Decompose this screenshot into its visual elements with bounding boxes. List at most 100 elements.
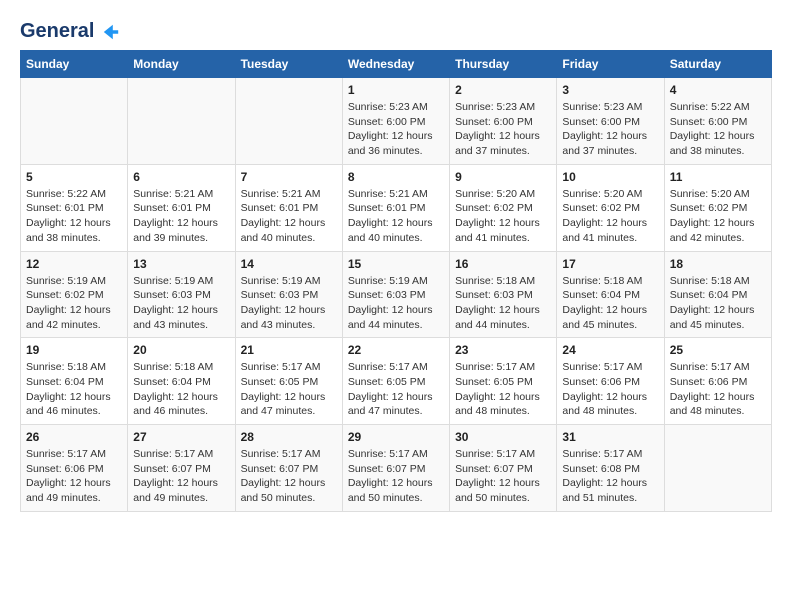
day-info: Sunrise: 5:17 AM Sunset: 6:05 PM Dayligh…: [241, 360, 337, 419]
day-number: 26: [26, 430, 122, 444]
day-info: Sunrise: 5:17 AM Sunset: 6:06 PM Dayligh…: [26, 447, 122, 506]
day-number: 8: [348, 170, 444, 184]
calendar-cell: 8 Sunrise: 5:21 AM Sunset: 6:01 PM Daylig…: [342, 164, 449, 251]
day-number: 18: [670, 257, 766, 271]
day-number: 5: [26, 170, 122, 184]
calendar-cell: 28 Sunrise: 5:17 AM Sunset: 6:07 PM Dayli…: [235, 425, 342, 512]
calendar-cell: 20 Sunrise: 5:18 AM Sunset: 6:04 PM Dayli…: [128, 338, 235, 425]
day-info: Sunrise: 5:17 AM Sunset: 6:05 PM Dayligh…: [455, 360, 551, 419]
day-number: 4: [670, 83, 766, 97]
day-info: Sunrise: 5:18 AM Sunset: 6:04 PM Dayligh…: [133, 360, 229, 419]
day-number: 16: [455, 257, 551, 271]
day-number: 27: [133, 430, 229, 444]
calendar-cell: 22 Sunrise: 5:17 AM Sunset: 6:05 PM Dayli…: [342, 338, 449, 425]
calendar-week-row: 1 Sunrise: 5:23 AM Sunset: 6:00 PM Daylig…: [21, 78, 772, 165]
logo-arrow-icon: [102, 23, 120, 41]
page-header: General: [20, 20, 772, 40]
calendar-header-row: SundayMondayTuesdayWednesdayThursdayFrid…: [21, 51, 772, 78]
calendar-cell: 12Sunrise: 5:19 AM Sunset: 6:02 PM Dayli…: [21, 251, 128, 338]
column-header-friday: Friday: [557, 51, 664, 78]
calendar-cell: 1 Sunrise: 5:23 AM Sunset: 6:00 PM Daylig…: [342, 78, 449, 165]
logo: General: [20, 20, 120, 40]
day-number: 31: [562, 430, 658, 444]
calendar-cell: [21, 78, 128, 165]
day-info: Sunrise: 5:23 AM Sunset: 6:00 PM Dayligh…: [562, 100, 658, 159]
day-info: Sunrise: 5:17 AM Sunset: 6:07 PM Dayligh…: [241, 447, 337, 506]
calendar-cell: 17Sunrise: 5:18 AM Sunset: 6:04 PM Dayli…: [557, 251, 664, 338]
day-number: 28: [241, 430, 337, 444]
day-info: Sunrise: 5:21 AM Sunset: 6:01 PM Dayligh…: [348, 187, 444, 246]
day-number: 7: [241, 170, 337, 184]
day-info: Sunrise: 5:20 AM Sunset: 6:02 PM Dayligh…: [670, 187, 766, 246]
day-info: Sunrise: 5:23 AM Sunset: 6:00 PM Dayligh…: [455, 100, 551, 159]
calendar-cell: 5Sunrise: 5:22 AM Sunset: 6:01 PM Daylig…: [21, 164, 128, 251]
calendar-cell: 14 Sunrise: 5:19 AM Sunset: 6:03 PM Dayli…: [235, 251, 342, 338]
day-info: Sunrise: 5:17 AM Sunset: 6:05 PM Dayligh…: [348, 360, 444, 419]
day-number: 1: [348, 83, 444, 97]
calendar-table: SundayMondayTuesdayWednesdayThursdayFrid…: [20, 50, 772, 512]
column-header-saturday: Saturday: [664, 51, 771, 78]
day-info: Sunrise: 5:18 AM Sunset: 6:04 PM Dayligh…: [670, 274, 766, 333]
calendar-cell: [235, 78, 342, 165]
day-info: Sunrise: 5:19 AM Sunset: 6:02 PM Dayligh…: [26, 274, 122, 333]
calendar-cell: 4Sunrise: 5:22 AM Sunset: 6:00 PM Daylig…: [664, 78, 771, 165]
day-number: 17: [562, 257, 658, 271]
day-number: 9: [455, 170, 551, 184]
day-number: 23: [455, 343, 551, 357]
calendar-cell: 7 Sunrise: 5:21 AM Sunset: 6:01 PM Daylig…: [235, 164, 342, 251]
calendar-week-row: 19 Sunrise: 5:18 AM Sunset: 6:04 PM Dayli…: [21, 338, 772, 425]
logo-text: General: [20, 20, 120, 43]
day-info: Sunrise: 5:19 AM Sunset: 6:03 PM Dayligh…: [133, 274, 229, 333]
day-info: Sunrise: 5:21 AM Sunset: 6:01 PM Dayligh…: [241, 187, 337, 246]
calendar-cell: 23 Sunrise: 5:17 AM Sunset: 6:05 PM Dayli…: [450, 338, 557, 425]
day-info: Sunrise: 5:20 AM Sunset: 6:02 PM Dayligh…: [455, 187, 551, 246]
day-info: Sunrise: 5:21 AM Sunset: 6:01 PM Dayligh…: [133, 187, 229, 246]
calendar-cell: 11Sunrise: 5:20 AM Sunset: 6:02 PM Dayli…: [664, 164, 771, 251]
day-number: 29: [348, 430, 444, 444]
calendar-cell: 30 Sunrise: 5:17 AM Sunset: 6:07 PM Dayli…: [450, 425, 557, 512]
day-number: 14: [241, 257, 337, 271]
day-info: Sunrise: 5:17 AM Sunset: 6:07 PM Dayligh…: [348, 447, 444, 506]
day-number: 2: [455, 83, 551, 97]
calendar-week-row: 5Sunrise: 5:22 AM Sunset: 6:01 PM Daylig…: [21, 164, 772, 251]
day-info: Sunrise: 5:18 AM Sunset: 6:04 PM Dayligh…: [26, 360, 122, 419]
column-header-tuesday: Tuesday: [235, 51, 342, 78]
calendar-cell: 2 Sunrise: 5:23 AM Sunset: 6:00 PM Daylig…: [450, 78, 557, 165]
day-info: Sunrise: 5:17 AM Sunset: 6:06 PM Dayligh…: [670, 360, 766, 419]
calendar-cell: [128, 78, 235, 165]
calendar-cell: 25 Sunrise: 5:17 AM Sunset: 6:06 PM Dayli…: [664, 338, 771, 425]
day-info: Sunrise: 5:23 AM Sunset: 6:00 PM Dayligh…: [348, 100, 444, 159]
calendar-cell: 27Sunrise: 5:17 AM Sunset: 6:07 PM Dayli…: [128, 425, 235, 512]
day-number: 24: [562, 343, 658, 357]
day-number: 22: [348, 343, 444, 357]
day-number: 20: [133, 343, 229, 357]
day-number: 13: [133, 257, 229, 271]
day-number: 19: [26, 343, 122, 357]
column-header-sunday: Sunday: [21, 51, 128, 78]
calendar-cell: 3 Sunrise: 5:23 AM Sunset: 6:00 PM Daylig…: [557, 78, 664, 165]
calendar-cell: 26 Sunrise: 5:17 AM Sunset: 6:06 PM Dayli…: [21, 425, 128, 512]
calendar-cell: 13 Sunrise: 5:19 AM Sunset: 6:03 PM Dayli…: [128, 251, 235, 338]
calendar-cell: 16 Sunrise: 5:18 AM Sunset: 6:03 PM Dayli…: [450, 251, 557, 338]
calendar-cell: 19 Sunrise: 5:18 AM Sunset: 6:04 PM Dayli…: [21, 338, 128, 425]
calendar-week-row: 26 Sunrise: 5:17 AM Sunset: 6:06 PM Dayli…: [21, 425, 772, 512]
day-info: Sunrise: 5:18 AM Sunset: 6:03 PM Dayligh…: [455, 274, 551, 333]
calendar-cell: 29 Sunrise: 5:17 AM Sunset: 6:07 PM Dayli…: [342, 425, 449, 512]
day-number: 21: [241, 343, 337, 357]
day-info: Sunrise: 5:19 AM Sunset: 6:03 PM Dayligh…: [241, 274, 337, 333]
day-info: Sunrise: 5:17 AM Sunset: 6:07 PM Dayligh…: [455, 447, 551, 506]
day-info: Sunrise: 5:17 AM Sunset: 6:08 PM Dayligh…: [562, 447, 658, 506]
calendar-cell: 9 Sunrise: 5:20 AM Sunset: 6:02 PM Daylig…: [450, 164, 557, 251]
day-number: 30: [455, 430, 551, 444]
calendar-cell: [664, 425, 771, 512]
column-header-monday: Monday: [128, 51, 235, 78]
calendar-week-row: 12Sunrise: 5:19 AM Sunset: 6:02 PM Dayli…: [21, 251, 772, 338]
column-header-thursday: Thursday: [450, 51, 557, 78]
day-info: Sunrise: 5:19 AM Sunset: 6:03 PM Dayligh…: [348, 274, 444, 333]
calendar-cell: 31 Sunrise: 5:17 AM Sunset: 6:08 PM Dayli…: [557, 425, 664, 512]
day-number: 25: [670, 343, 766, 357]
day-number: 10: [562, 170, 658, 184]
day-number: 3: [562, 83, 658, 97]
calendar-cell: 18 Sunrise: 5:18 AM Sunset: 6:04 PM Dayli…: [664, 251, 771, 338]
day-info: Sunrise: 5:17 AM Sunset: 6:06 PM Dayligh…: [562, 360, 658, 419]
